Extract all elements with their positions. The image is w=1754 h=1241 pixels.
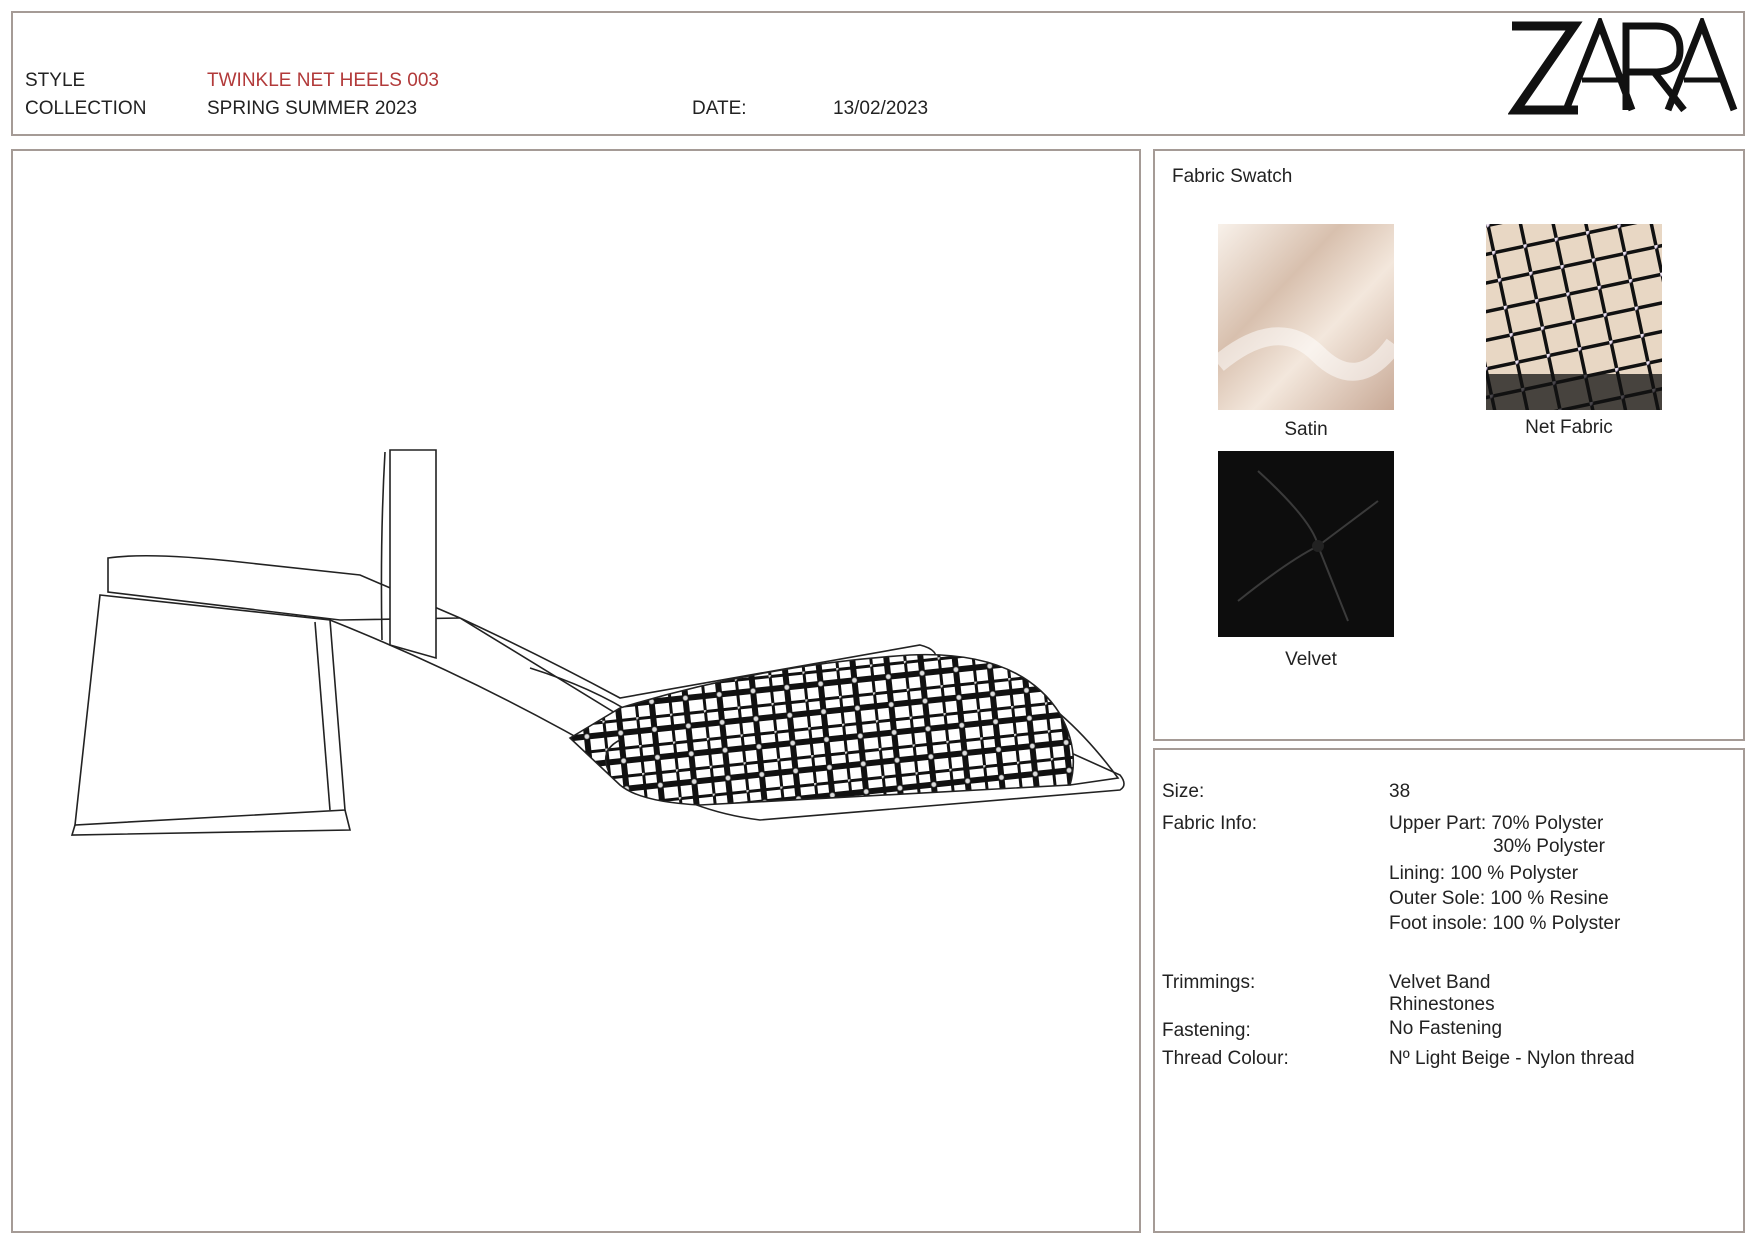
trimming-velvet-band: Velvet Band	[1389, 972, 1491, 993]
fabric-lining: Lining: 100 % Polyster	[1389, 863, 1579, 884]
style-value: TWINKLE NET HEELS 003	[207, 70, 439, 91]
fabric-foot-insole: Foot insole: 100 % Polyster	[1389, 913, 1621, 934]
brand-logo	[1508, 18, 1738, 115]
fabric-upper: Upper Part: 70% Polyster	[1389, 813, 1604, 834]
fabric-outer-sole: Outer Sole: 100 % Resine	[1389, 888, 1609, 909]
size-label: Size:	[1162, 781, 1205, 802]
fabric-upper-2: 30% Polyster	[1493, 836, 1605, 857]
satin-label: Satin	[1284, 419, 1328, 440]
net-fabric-swatch-image	[1486, 224, 1662, 410]
fastening-value: No Fastening	[1389, 1018, 1503, 1039]
fastening-label: Fastening:	[1162, 1020, 1251, 1041]
velvet-swatch-image	[1218, 451, 1394, 637]
satin-swatch-image	[1218, 224, 1394, 410]
shoe-flat-sketch	[70, 449, 1125, 836]
size-value: 38	[1389, 781, 1411, 802]
date-label: DATE:	[692, 98, 747, 119]
collection-label: COLLECTION	[25, 98, 147, 119]
net-fabric-label: Net Fabric	[1525, 417, 1613, 438]
fabric-info-label: Fabric Info:	[1162, 813, 1258, 834]
thread-colour-value: Nº Light Beige - Nylon thread	[1389, 1048, 1635, 1069]
collection-value: SPRING SUMMER 2023	[207, 98, 418, 119]
velvet-label: Velvet	[1285, 649, 1337, 670]
trimming-rhinestones: Rhinestones	[1389, 994, 1495, 1015]
thread-colour-label: Thread Colour:	[1162, 1048, 1289, 1069]
fabric-swatch-title: Fabric Swatch	[1172, 166, 1293, 187]
date-value: 13/02/2023	[833, 98, 929, 119]
style-label: STYLE	[25, 70, 86, 91]
trimmings-label: Trimmings:	[1162, 972, 1256, 993]
